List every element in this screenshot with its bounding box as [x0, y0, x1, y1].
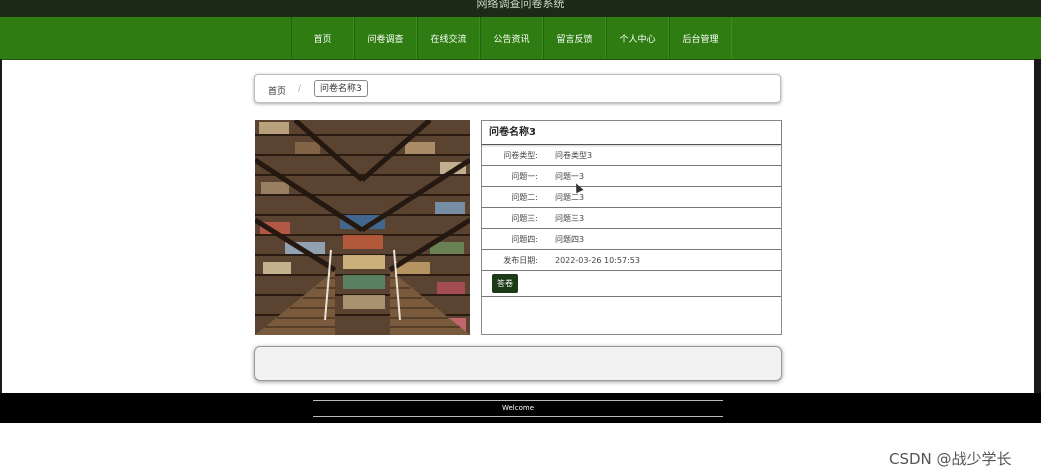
field-value: 问题二3: [555, 192, 585, 202]
field-label: 发布日期:: [503, 255, 538, 265]
answer-survey-button[interactable]: 答卷: [492, 274, 518, 293]
right-frame-edge: [1034, 59, 1041, 393]
comment-area[interactable]: [254, 346, 782, 381]
left-frame-edge: [0, 59, 2, 393]
nav-item-feedback[interactable]: 留言反馈: [543, 17, 606, 59]
detail-row-question-3: 问题三: 问题三3: [482, 208, 781, 229]
site-title: 网络调查问卷系统: [476, 0, 565, 10]
nav-item-news[interactable]: 公告资讯: [480, 17, 543, 59]
nav-item-forum[interactable]: 在线交流: [417, 17, 480, 59]
main-nav: 首页 问卷调查 在线交流 公告资讯 留言反馈 个人中心 后台管理: [0, 17, 1041, 60]
detail-row-question-4: 问题四: 问题四3: [482, 229, 781, 250]
footer: Welcome: [0, 393, 1041, 423]
footer-welcome: Welcome: [501, 404, 535, 412]
footer-divider: [313, 416, 723, 417]
breadcrumb-separator: /: [298, 84, 302, 94]
nav-item-admin[interactable]: 后台管理: [669, 17, 732, 59]
breadcrumb-current: 问卷名称3: [314, 80, 368, 97]
field-label: 问卷类型:: [503, 150, 538, 160]
nav-item-survey[interactable]: 问卷调查: [354, 17, 417, 59]
nav-item-home[interactable]: 首页: [291, 17, 354, 59]
field-value: 问卷类型3: [555, 150, 593, 160]
csdn-watermark: CSDN @战少学长: [889, 450, 1012, 468]
survey-cover-image: [255, 120, 470, 335]
detail-row-publish-date: 发布日期: 2022-03-26 10:57:53: [482, 250, 781, 271]
field-label: 问题四:: [511, 234, 538, 244]
field-label: 问题一:: [511, 171, 538, 181]
detail-row-question-1: 问题一: 问题一3: [482, 166, 781, 187]
field-value: 2022-03-26 10:57:53: [555, 255, 640, 265]
top-title-bar: 网络调查问卷系统: [0, 0, 1041, 17]
detail-row-type: 问卷类型: 问卷类型3: [482, 145, 781, 166]
detail-row-question-2: 问题二: 问题二3: [482, 187, 781, 208]
field-label: 问题二:: [511, 192, 538, 202]
nav-item-profile[interactable]: 个人中心: [606, 17, 669, 59]
field-label: 问题三:: [511, 213, 538, 223]
breadcrumb-home-link[interactable]: 首页: [268, 84, 286, 97]
survey-detail-panel: 问卷名称3 问卷类型: 问卷类型3 问题一: 问题一3 问题二: 问题二3 问题…: [481, 120, 782, 335]
field-value: 问题一3: [555, 171, 585, 181]
bookshelf-staircase-image: [255, 120, 470, 335]
footer-divider: [313, 400, 723, 401]
field-value: 问题三3: [555, 213, 585, 223]
survey-title: 问卷名称3: [482, 121, 781, 145]
field-value: 问题四3: [555, 234, 585, 244]
detail-action-row: 答卷: [482, 271, 781, 297]
breadcrumb: 首页 / 问卷名称3: [254, 74, 781, 103]
